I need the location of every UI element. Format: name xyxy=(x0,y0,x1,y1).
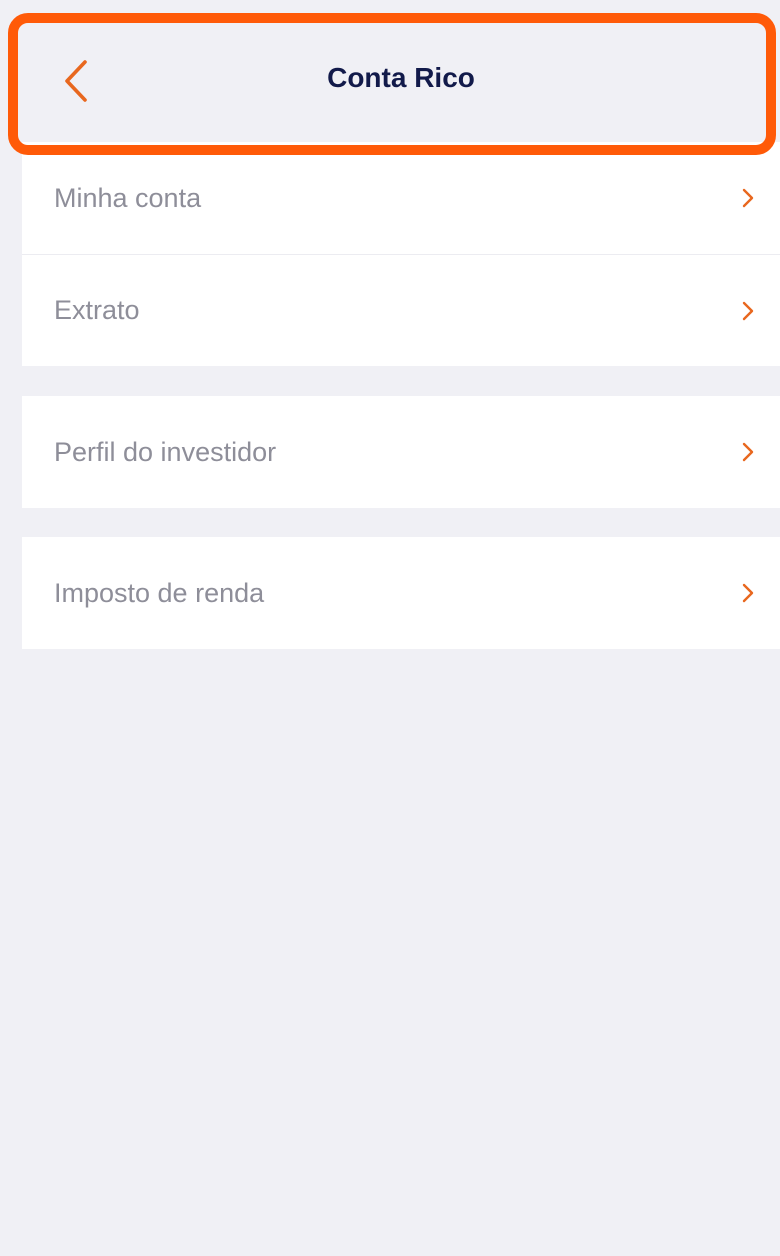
menu-group-account: Minha conta Extrato xyxy=(22,142,780,366)
menu-item-label: Extrato xyxy=(54,295,140,325)
menu-item-minha-conta[interactable]: Minha conta xyxy=(22,142,780,254)
chevron-right-icon xyxy=(738,186,758,210)
chevron-right-icon xyxy=(738,581,758,605)
menu-item-label: Minha conta xyxy=(54,182,202,213)
top-bar: Conta Rico xyxy=(22,18,780,142)
menu-item-imposto-de-renda[interactable]: Imposto de renda xyxy=(22,537,780,649)
chevron-right-icon xyxy=(738,299,758,323)
menu-item-label: Imposto de renda xyxy=(54,577,265,608)
menu-item-extrato[interactable]: Extrato xyxy=(22,254,780,366)
chevron-left-icon xyxy=(65,60,87,102)
menu-group-tax: Imposto de renda xyxy=(22,537,780,649)
app-screen: Conta Rico Minha conta Extrato Perfil do… xyxy=(22,0,780,1256)
page-title: Conta Rico xyxy=(327,62,475,93)
back-button[interactable] xyxy=(58,58,94,104)
menu-group-profile: Perfil do investidor xyxy=(22,396,780,508)
menu-item-perfil-do-investidor[interactable]: Perfil do investidor xyxy=(22,396,780,508)
menu-item-label: Perfil do investidor xyxy=(54,436,277,467)
chevron-right-icon xyxy=(738,440,758,464)
